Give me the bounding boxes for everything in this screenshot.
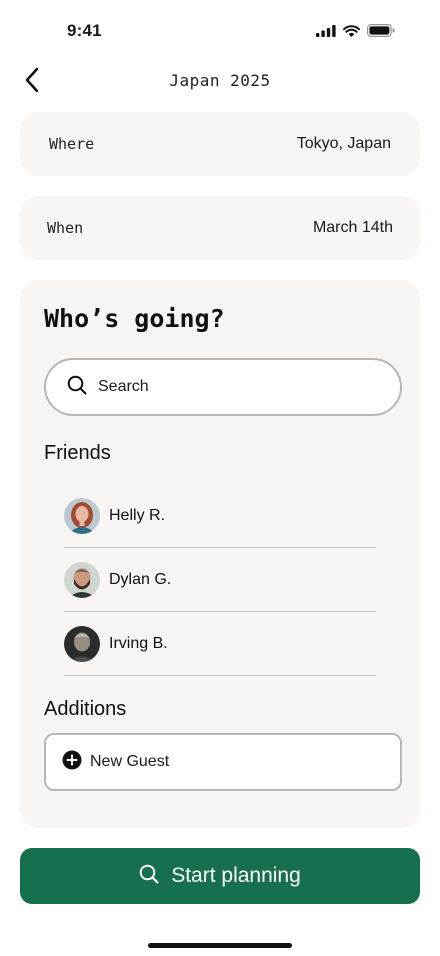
- start-planning-label: Start planning: [171, 864, 301, 887]
- when-label: When: [47, 219, 84, 237]
- nav-bar: Japan 2025: [0, 60, 440, 104]
- friends-list: Helly R. Dylan G. Irving B.: [64, 484, 376, 676]
- when-row[interactable]: When March 14th: [20, 196, 420, 260]
- friend-name: Dylan G.: [109, 570, 172, 588]
- avatar-dylan: [64, 561, 100, 598]
- wifi-icon: [343, 24, 360, 42]
- status-time: 9:41: [67, 21, 102, 40]
- battery-icon: [367, 24, 395, 42]
- whos-going-title: Who’s going?: [44, 304, 225, 333]
- page-title: Japan 2025: [169, 71, 271, 90]
- additions-heading: Additions: [44, 698, 127, 720]
- where-value: Tokyo, Japan: [296, 135, 391, 152]
- status-bar: 9:41: [0, 0, 440, 60]
- new-guest-button[interactable]: New Guest: [44, 733, 402, 791]
- when-value: March 14th: [312, 219, 393, 236]
- home-indicator: [148, 943, 292, 948]
- start-planning-button[interactable]: Start planning: [20, 848, 420, 904]
- search-icon: [67, 375, 87, 400]
- where-row[interactable]: Where Tokyo, Japan: [20, 112, 420, 176]
- friends-heading: Friends: [44, 442, 111, 464]
- whos-going-card: Who’s going? Friends Helly R.: [20, 280, 420, 828]
- plus-circle-icon: [62, 750, 82, 775]
- search-field[interactable]: [44, 358, 402, 416]
- cellular-signal-icon: [316, 24, 336, 42]
- friend-name: Irving B.: [109, 634, 168, 652]
- search-input[interactable]: [98, 378, 358, 396]
- friend-row-irving[interactable]: Irving B.: [64, 612, 376, 676]
- search-icon: [139, 864, 159, 889]
- avatar-helly: [64, 497, 100, 534]
- where-label: Where: [49, 135, 95, 153]
- friend-row-dylan[interactable]: Dylan G.: [64, 548, 376, 612]
- avatar-irving: [64, 625, 100, 662]
- status-icons: [316, 24, 395, 42]
- friend-name: Helly R.: [109, 506, 166, 524]
- new-guest-label: New Guest: [90, 753, 170, 770]
- friend-row-helly[interactable]: Helly R.: [64, 484, 376, 548]
